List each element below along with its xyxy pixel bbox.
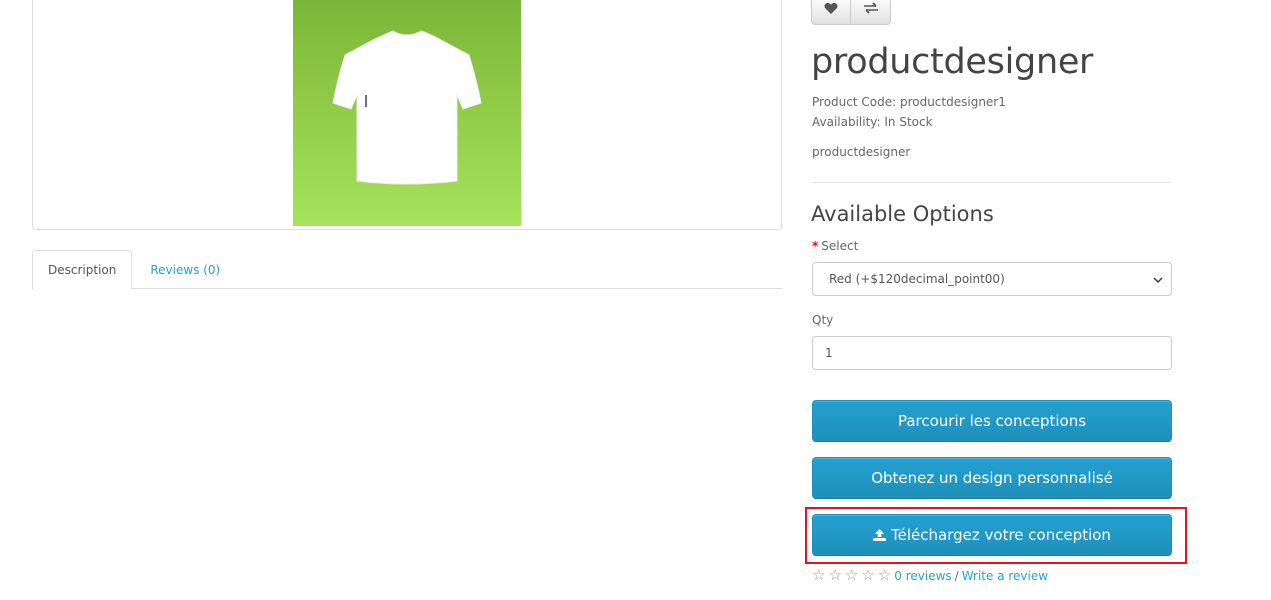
chevron-down-icon [1153,272,1163,286]
star-empty-icon: ☆ [877,566,892,584]
browse-designs-label: Parcourir les conceptions [897,412,1087,430]
product-code: Product Code: productdesigner1 [812,95,1006,109]
heart-icon [824,2,838,18]
divider [811,182,1172,183]
upload-icon [873,529,887,541]
select-label: * Select [812,239,858,253]
product-short-description: productdesigner [812,145,911,159]
qty-input[interactable]: 1 [812,336,1172,370]
upload-design-label: Téléchargez votre conception [891,526,1111,544]
product-image-frame [32,0,782,230]
product-page: Description Reviews (0) productdesigner … [0,0,1271,600]
tshirt-image [332,30,482,185]
option-select-value: Red (+$120decimal_point00) [829,272,1005,286]
product-rating: ☆ ☆ ☆ ☆ ☆ 0 reviews / Write a review [812,568,1048,583]
required-marker: * [812,239,819,253]
product-image[interactable] [293,0,521,226]
star-empty-icon: ☆ [844,566,859,584]
star-empty-icon: ☆ [828,566,842,584]
select-label-text: Select [821,239,859,253]
star-empty-icon: ☆ [861,566,875,584]
available-options-heading: Available Options [811,202,994,226]
reviews-count-link[interactable]: 0 reviews [894,569,951,583]
qty-value: 1 [825,346,833,360]
option-select[interactable]: Red (+$120decimal_point00) [812,262,1172,296]
product-title: productdesigner [811,42,1094,82]
star-empty-icon: ☆ [812,566,826,584]
product-action-buttons [811,0,891,25]
product-tabs: Description Reviews (0) [32,250,782,290]
product-availability: Availability: In Stock [812,115,933,129]
compare-button[interactable] [851,0,891,25]
rating-separator: / [954,568,959,583]
custom-design-button[interactable]: Obtenez un design personnalisé [812,457,1172,499]
qty-label: Qty [812,313,834,327]
wishlist-button[interactable] [811,0,851,25]
tab-description[interactable]: Description [32,250,133,290]
custom-design-label: Obtenez un design personnalisé [871,469,1113,487]
upload-design-button[interactable]: Téléchargez votre conception [812,514,1172,556]
tab-reviews[interactable]: Reviews (0) [132,250,235,289]
compare-arrows-icon [863,2,879,17]
browse-designs-button[interactable]: Parcourir les conceptions [812,400,1172,442]
write-review-link[interactable]: Write a review [962,569,1048,583]
